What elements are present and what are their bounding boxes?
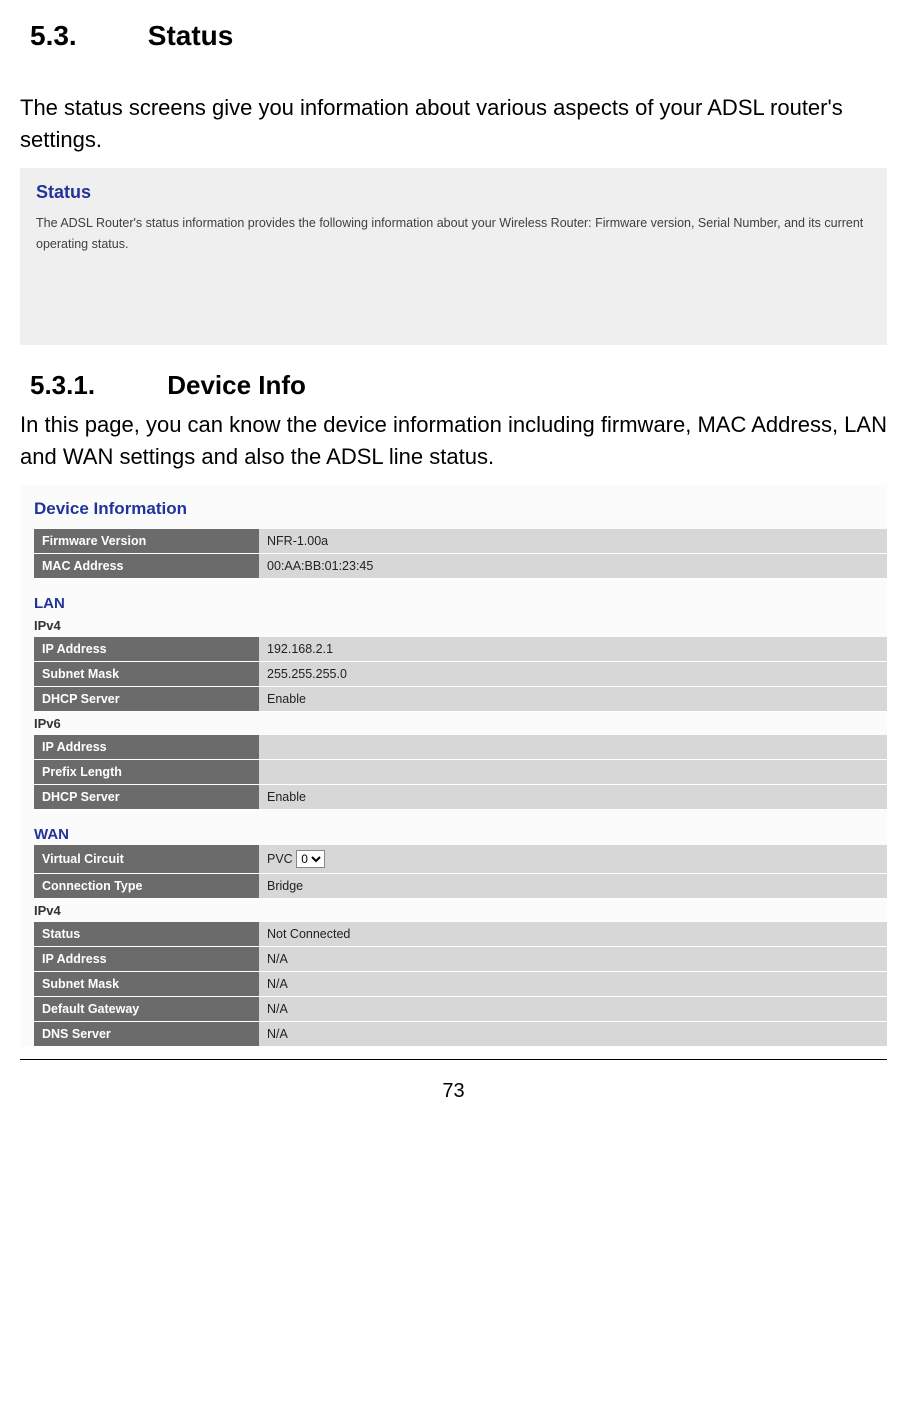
- section-heading: 5.3. Status: [30, 20, 887, 52]
- table-row: Prefix Length: [34, 760, 887, 785]
- subsection-heading: 5.3.1. Device Info: [30, 370, 887, 401]
- subsection-body-text: In this page, you can know the device in…: [20, 409, 887, 473]
- row-label: DHCP Server: [34, 785, 259, 810]
- wan-ipv4-title: IPv4: [34, 901, 887, 920]
- row-label: Subnet Mask: [34, 662, 259, 687]
- status-panel-screenshot: Status The ADSL Router's status informat…: [20, 168, 887, 346]
- row-label: IP Address: [34, 947, 259, 972]
- wan-ipv4-table: StatusNot ConnectedIP AddressN/ASubnet M…: [34, 922, 887, 1047]
- row-value: 255.255.255.0: [259, 662, 887, 687]
- row-label: Subnet Mask: [34, 972, 259, 997]
- status-panel-description: The ADSL Router's status information pro…: [36, 213, 871, 256]
- virtual-circuit-label: Virtual Circuit: [34, 845, 259, 874]
- lan-ipv6-title: IPv6: [34, 714, 887, 733]
- row-value: Enable: [259, 785, 887, 810]
- connection-type-value: Bridge: [259, 874, 887, 899]
- section-number: 5.3.: [30, 20, 140, 52]
- table-row: Default GatewayN/A: [34, 997, 887, 1022]
- section-title: Status: [148, 20, 234, 51]
- row-label: Firmware Version: [34, 529, 259, 554]
- row-label: Default Gateway: [34, 997, 259, 1022]
- section-body-text: The status screens give you information …: [20, 92, 887, 156]
- table-row: IP AddressN/A: [34, 947, 887, 972]
- table-row: IP Address192.168.2.1: [34, 637, 887, 662]
- table-row: IP Address: [34, 735, 887, 760]
- connection-type-label: Connection Type: [34, 874, 259, 899]
- table-row: MAC Address00:AA:BB:01:23:45: [34, 554, 887, 579]
- row-value: N/A: [259, 947, 887, 972]
- row-value: N/A: [259, 972, 887, 997]
- lan-ipv6-table: IP AddressPrefix LengthDHCP ServerEnable: [34, 735, 887, 810]
- table-row: Subnet Mask255.255.255.0: [34, 662, 887, 687]
- row-value: Enable: [259, 687, 887, 712]
- table-row: Subnet MaskN/A: [34, 972, 887, 997]
- lan-section-title: LAN: [34, 595, 887, 612]
- wan-top-table: Virtual Circuit PVC 0 Connection Type Br…: [34, 845, 887, 899]
- table-row: DNS ServerN/A: [34, 1022, 887, 1047]
- pvc-prefix: PVC: [267, 852, 293, 866]
- row-value: [259, 735, 887, 760]
- status-panel-title: Status: [36, 182, 871, 203]
- subsection-number: 5.3.1.: [30, 370, 160, 401]
- row-label: IP Address: [34, 637, 259, 662]
- row-value: Not Connected: [259, 922, 887, 947]
- row-label: Status: [34, 922, 259, 947]
- pvc-select[interactable]: 0: [296, 850, 325, 868]
- device-info-top-table: Firmware VersionNFR-1.00aMAC Address00:A…: [34, 529, 887, 579]
- row-label: Prefix Length: [34, 760, 259, 785]
- row-value: 00:AA:BB:01:23:45: [259, 554, 887, 579]
- row-value: [259, 760, 887, 785]
- row-label: DHCP Server: [34, 687, 259, 712]
- table-row: Virtual Circuit PVC 0: [34, 845, 887, 874]
- row-value: NFR-1.00a: [259, 529, 887, 554]
- wan-section-title: WAN: [34, 826, 887, 843]
- row-value: N/A: [259, 997, 887, 1022]
- device-info-title: Device Information: [34, 499, 887, 519]
- virtual-circuit-value: PVC 0: [259, 845, 887, 874]
- subsection-title: Device Info: [167, 370, 306, 400]
- device-info-panel: Device Information Firmware VersionNFR-1…: [20, 485, 887, 1047]
- table-row: StatusNot Connected: [34, 922, 887, 947]
- row-label: DNS Server: [34, 1022, 259, 1047]
- lan-ipv4-title: IPv4: [34, 616, 887, 635]
- row-value: 192.168.2.1: [259, 637, 887, 662]
- row-label: MAC Address: [34, 554, 259, 579]
- row-value: N/A: [259, 1022, 887, 1047]
- page-footer: 73: [20, 1059, 887, 1103]
- page-number: 73: [442, 1080, 464, 1102]
- table-row: DHCP ServerEnable: [34, 687, 887, 712]
- table-row: Firmware VersionNFR-1.00a: [34, 529, 887, 554]
- lan-ipv4-table: IP Address192.168.2.1Subnet Mask255.255.…: [34, 637, 887, 712]
- table-row: Connection Type Bridge: [34, 874, 887, 899]
- table-row: DHCP ServerEnable: [34, 785, 887, 810]
- row-label: IP Address: [34, 735, 259, 760]
